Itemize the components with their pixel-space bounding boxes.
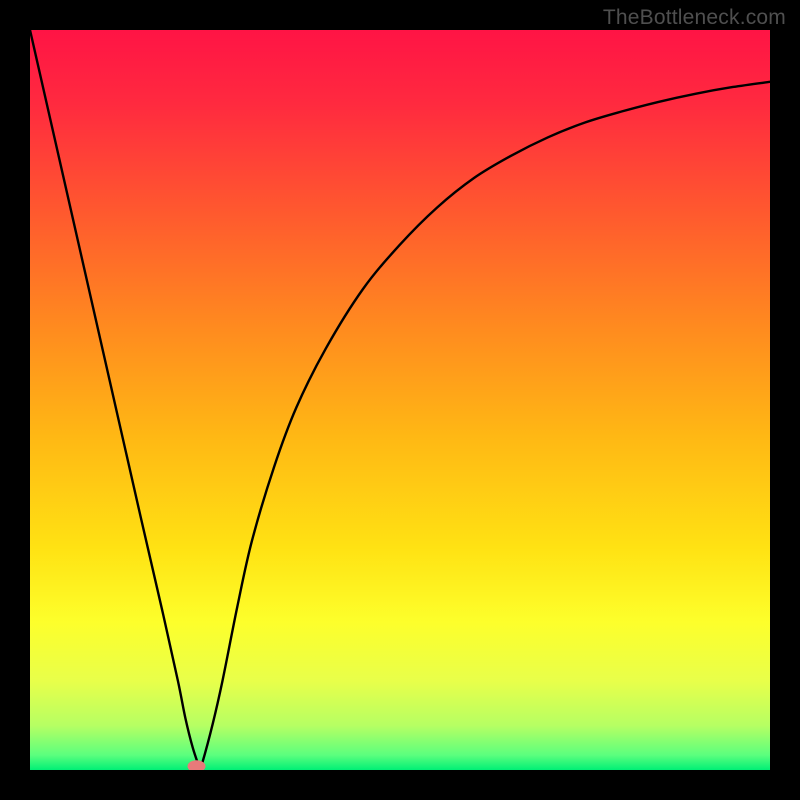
chart-svg bbox=[30, 30, 770, 770]
watermark-label: TheBottleneck.com bbox=[603, 6, 786, 30]
gradient-background bbox=[30, 30, 770, 770]
plot-area bbox=[30, 30, 770, 770]
chart-frame: TheBottleneck.com bbox=[0, 0, 800, 800]
